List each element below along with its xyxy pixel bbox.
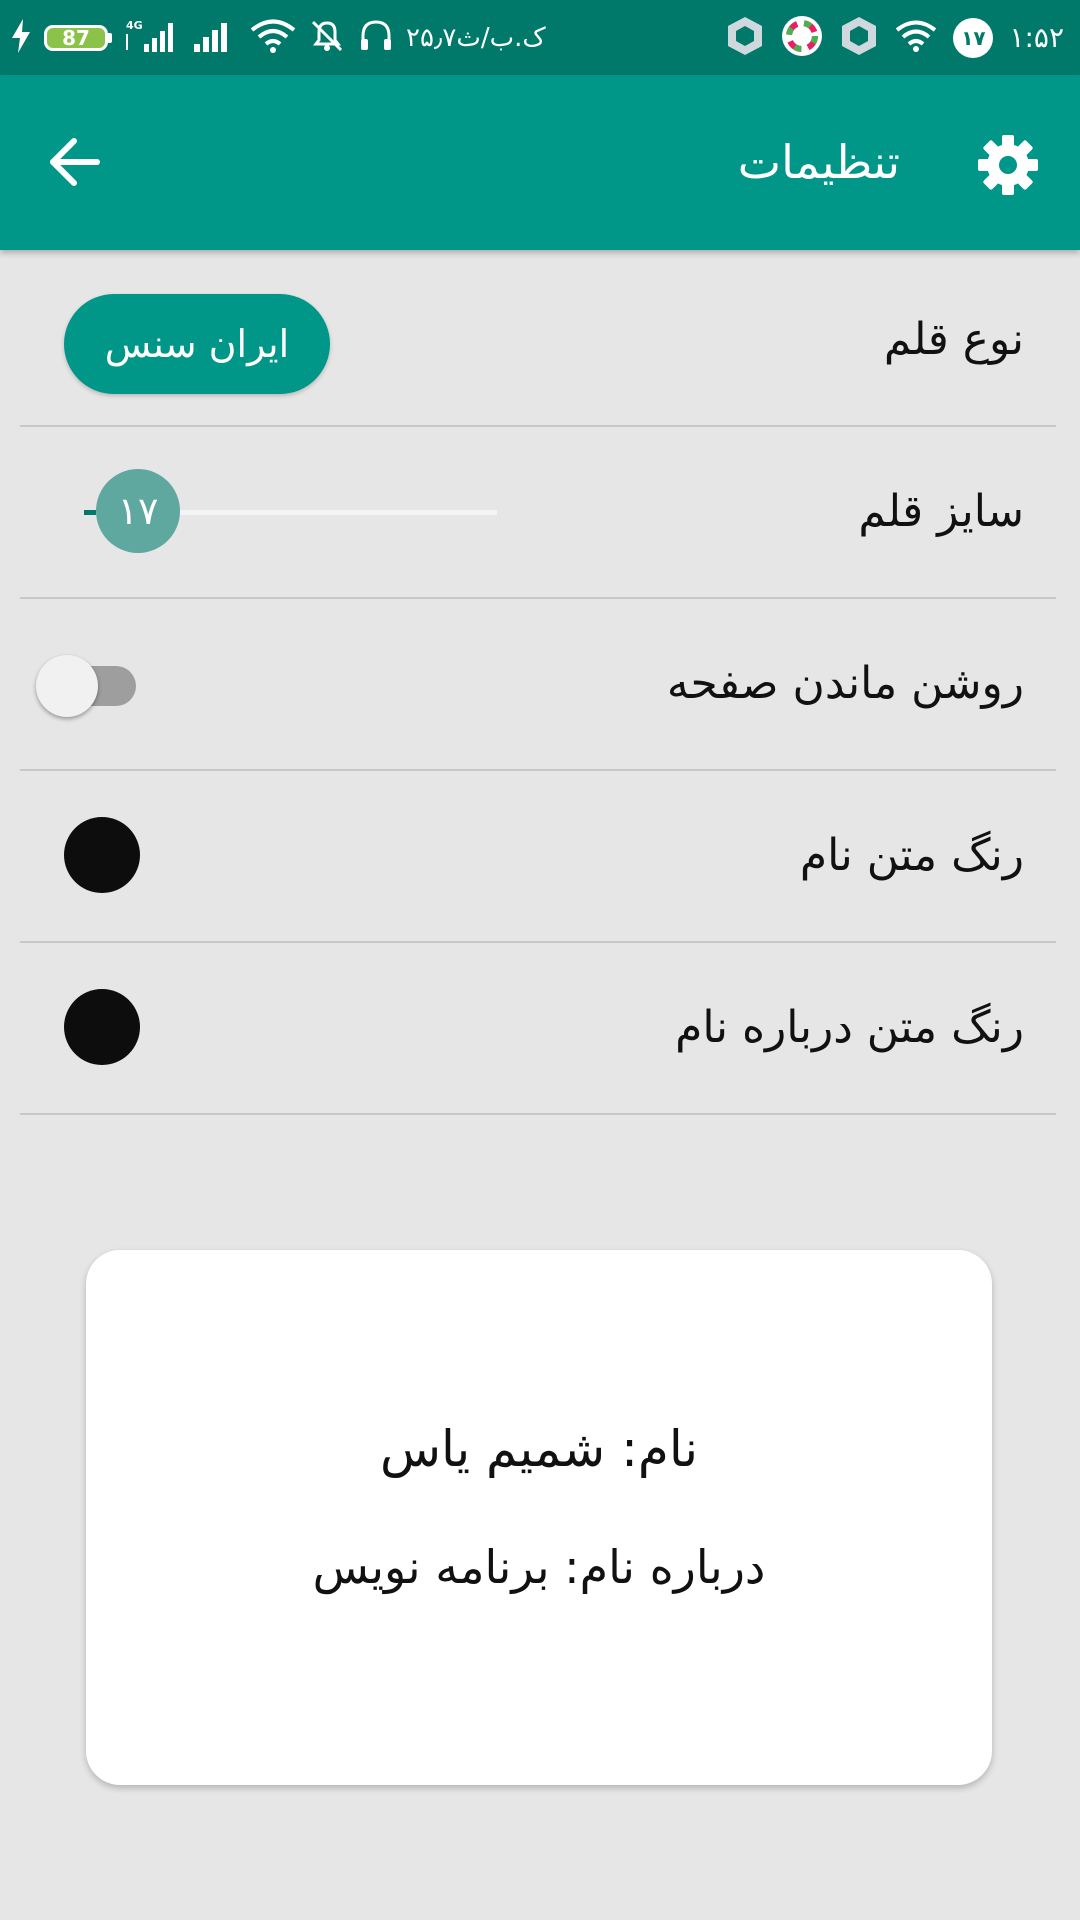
app-colorful-icon — [781, 15, 823, 61]
battery-icon: 87 — [44, 24, 112, 51]
settings-button[interactable] — [976, 133, 1040, 197]
wifi-icon — [250, 19, 296, 57]
keep-screen-on-switch-thumb[interactable] — [36, 655, 98, 717]
svg-text:4G: 4G — [126, 19, 143, 32]
status-time: ۱:۵۲ — [1009, 21, 1064, 54]
headphones-icon — [358, 18, 394, 58]
cellular-signal-2-icon — [192, 20, 238, 56]
setting-row-font-type: نوع قلم ایران سنس — [20, 255, 1056, 427]
preview-card: نام: شمیم یاس درباره نام: برنامه نویس — [86, 1250, 992, 1785]
mute-bell-icon — [308, 18, 346, 58]
keep-screen-on-label: روشن ماندن صفحه — [666, 658, 1024, 709]
network-speed: ۲۵٫۷ک.ب/ث — [406, 22, 546, 53]
name-color-swatch[interactable] — [64, 817, 140, 893]
status-bar: 87 4G ۲۵٫۷ک.ب/ث ۱۷ ۱:۵۲ — [0, 0, 1080, 75]
setting-row-about-color: رنگ متن درباره نام — [20, 943, 1056, 1115]
cellular-signal-icon: 4G — [124, 18, 180, 58]
status-bar-right: ۱۷ ۱:۵۲ — [725, 0, 1064, 75]
battery-level: 87 — [62, 25, 90, 50]
charging-icon — [10, 18, 32, 57]
gear-icon — [978, 135, 1038, 195]
font-size-slider-thumb[interactable]: ۱۷ — [96, 469, 180, 553]
about-text-color-label: رنگ متن درباره نام — [675, 1002, 1024, 1053]
about-color-swatch[interactable] — [64, 989, 140, 1065]
setting-row-name-color: رنگ متن نام — [20, 771, 1056, 943]
wifi-2-icon — [895, 20, 937, 56]
font-size-label: سایز قلم — [858, 486, 1024, 537]
setting-row-font-size: سایز قلم ۱۷ — [20, 427, 1056, 599]
font-type-button[interactable]: ایران سنس — [64, 294, 330, 394]
page-title: تنظیمات — [737, 135, 900, 189]
preview-about-text: درباره نام: برنامه نویس — [312, 1540, 766, 1594]
setting-row-keep-screen-on: روشن ماندن صفحه — [20, 599, 1056, 771]
font-size-slider-progress — [84, 510, 96, 515]
status-bar-left: 87 4G ۲۵٫۷ک.ب/ث — [10, 0, 546, 75]
back-button[interactable] — [40, 127, 110, 197]
arrow-left-icon — [50, 138, 100, 186]
preview-name-text: نام: شمیم یاس — [379, 1420, 699, 1478]
notification-count-badge: ۱۷ — [953, 17, 994, 58]
font-type-label: نوع قلم — [883, 314, 1024, 365]
app-hexagon-2-icon — [839, 15, 879, 61]
name-text-color-label: رنگ متن نام — [799, 830, 1024, 881]
app-hexagon-icon — [725, 15, 765, 61]
app-toolbar: تنظیمات — [0, 75, 1080, 250]
